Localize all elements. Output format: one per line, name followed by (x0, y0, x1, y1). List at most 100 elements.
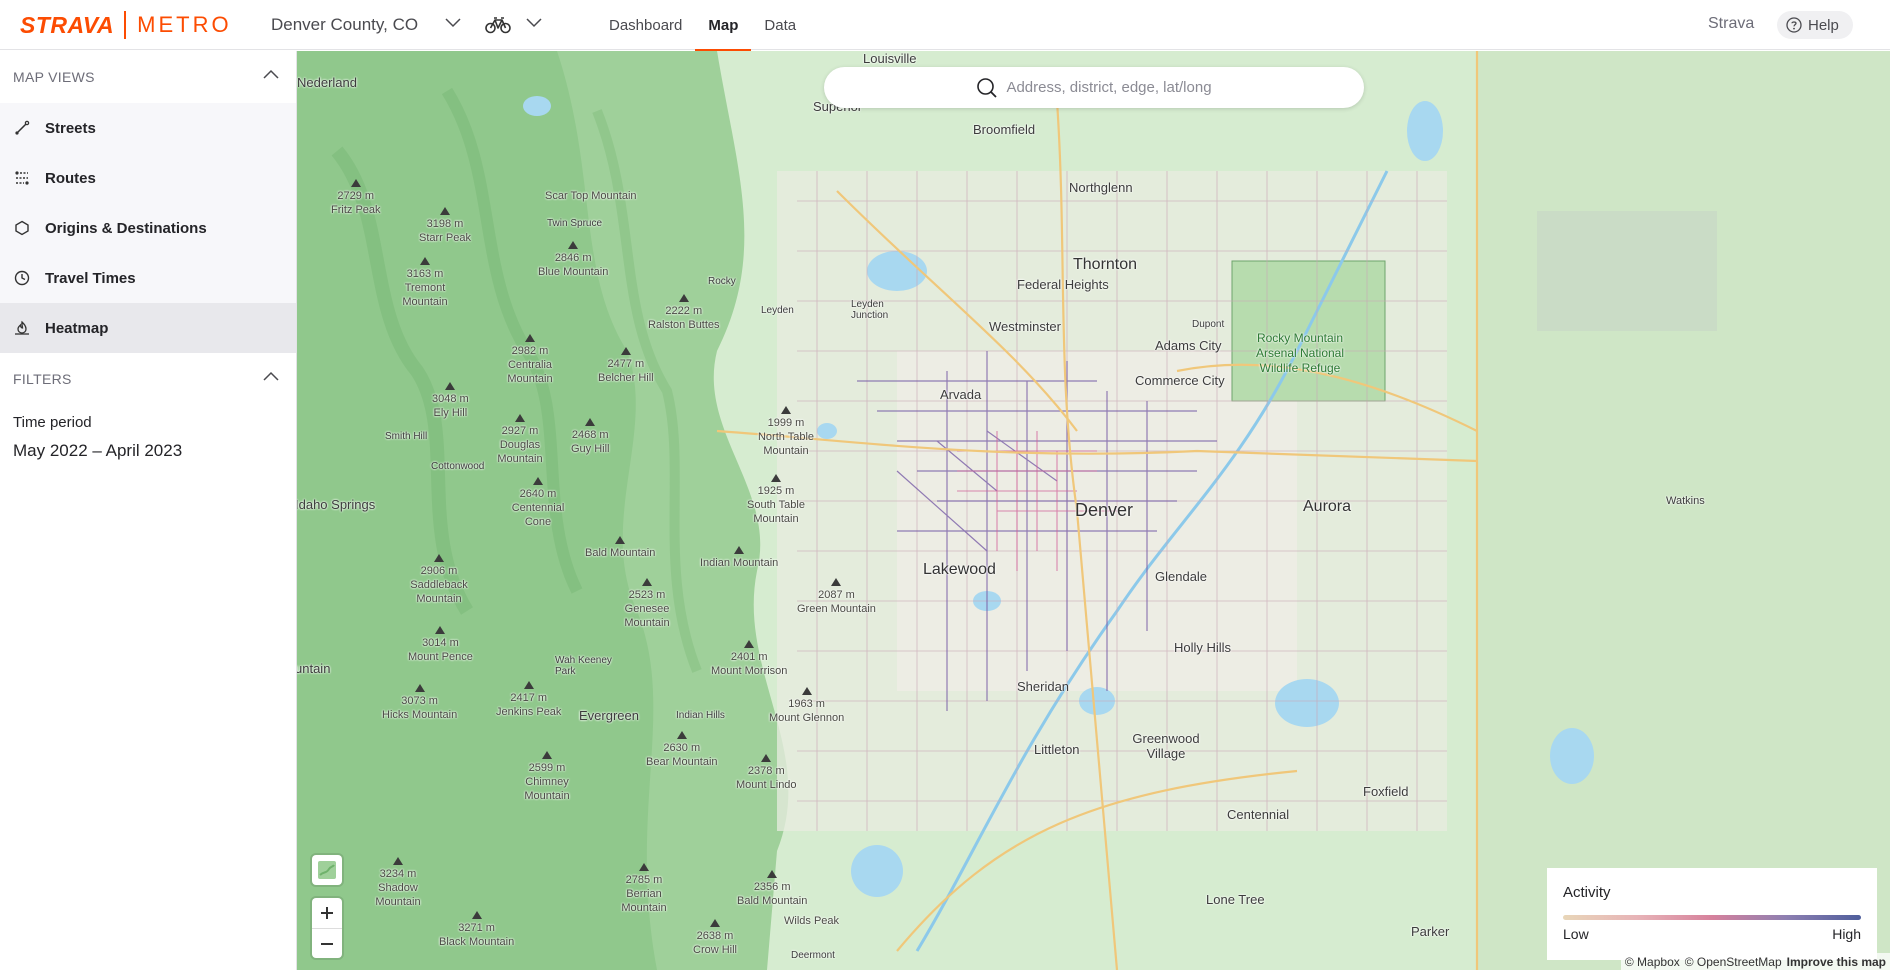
peak-name: Indian Mountain (700, 557, 779, 569)
plus-icon (321, 907, 333, 919)
peak-name: Belcher Hill (598, 372, 654, 384)
top-header: STRAVA METRO Denver County, CO Dashboard… (0, 0, 1890, 51)
peak-marker: 3234 m Shadow Mountain (371, 857, 425, 909)
place-label: Glendale (1155, 569, 1208, 584)
peak-marker: 3048 m Ely Hill (432, 382, 469, 420)
zoom-in-button[interactable] (312, 898, 342, 928)
region-dropdown[interactable]: Denver County, CO (271, 0, 471, 50)
peak-marker: 2729 m Fritz Peak (331, 179, 381, 217)
map-views-heading-label: MAP VIEWS (13, 69, 95, 85)
map-attribution: © Mapbox © OpenStreetMap Improve this ma… (1620, 953, 1890, 970)
peak-marker: 3014 m Mount Pence (408, 626, 473, 664)
sidebar-item-routes[interactable]: Routes (0, 153, 296, 203)
place-label: Lakewood (923, 561, 996, 578)
peak-name: Jenkins Peak (496, 706, 562, 718)
peak-marker: 2927 m Douglas Mountain (493, 414, 547, 466)
logo-brand: STRAVA (20, 11, 115, 38)
peak-elevation: 2401 m (730, 651, 768, 663)
tab-data[interactable]: Data (751, 0, 809, 50)
zoom-controls (312, 898, 342, 958)
place-label: Aurora (1303, 498, 1352, 515)
peak-elevation: 3014 m (422, 637, 459, 649)
peak-marker: Indian Mountain (700, 546, 778, 570)
peak-name: Mount Glennon (769, 712, 845, 724)
map-style-toggle[interactable] (312, 855, 342, 885)
sidebar-item-label: Routes (45, 169, 96, 187)
peak-elevation: 2982 m (511, 345, 549, 357)
zoom-out-button[interactable] (312, 928, 342, 958)
peak-marker: 2378 m Mount Lindo (736, 754, 797, 792)
peak-elevation: 2846 m (554, 252, 592, 264)
activity-legend: Activity Low High (1547, 868, 1877, 960)
peak-name: Hicks Mountain (382, 709, 458, 721)
peak-name: Ralston Buttes (648, 319, 720, 331)
peak-elevation: 2906 m (420, 565, 458, 577)
sidebar-item-origins-destinations[interactable]: Origins & Destinations (0, 203, 296, 253)
strava-metro-logo[interactable]: STRAVA METRO (20, 11, 232, 39)
place-label: Rocky Mountain Arsenal National Wildlife… (1255, 331, 1345, 375)
peak-marker: 2785 m Berrian Mountain (619, 863, 669, 915)
peak-elevation: 3163 m (406, 268, 444, 280)
peak-marker: Bald Mountain (585, 536, 655, 560)
peak-elevation: 3048 m (432, 393, 469, 405)
map-views-heading[interactable]: MAP VIEWS (0, 51, 296, 103)
peak-elevation: 2477 m (607, 358, 645, 370)
place-label: Indian Hills (676, 710, 725, 721)
improve-map-link[interactable]: Improve this map (1787, 955, 1886, 969)
sidebar-item-streets[interactable]: Streets (0, 103, 296, 153)
sidebar-item-label: Heatmap (45, 319, 109, 337)
peak-name: Mount Pence (408, 651, 473, 663)
peak-elevation: 2468 m (571, 429, 609, 441)
peak-name: Guy Hill (571, 443, 610, 455)
place-label: Thornton (1073, 256, 1138, 273)
search-input[interactable]: Address, district, edge, lat/long (824, 67, 1364, 108)
place-label: Greenwood Village (1132, 731, 1200, 761)
filters-heading[interactable]: FILTERS (0, 353, 296, 405)
strava-link[interactable]: Strava (1708, 15, 1754, 33)
sidebar-item-label: Origins & Destinations (45, 219, 207, 237)
sidebar-item-travel-times[interactable]: Travel Times (0, 253, 296, 303)
peak-marker: 2401 m Mount Morrison (711, 640, 787, 678)
sidebar-item-heatmap[interactable]: Heatmap (0, 303, 296, 353)
help-icon (1786, 17, 1802, 33)
map-canvas[interactable]: Louisville Superior Broomfield Northglen… (297, 51, 1890, 970)
osm-attribution[interactable]: © OpenStreetMap (1685, 955, 1782, 969)
peak-elevation: 2630 m (663, 742, 701, 754)
legend-title: Activity (1563, 884, 1611, 901)
place-label: Denver (1075, 500, 1134, 520)
filters-heading-label: FILTERS (13, 371, 72, 387)
peak-name: Blue Mountain (538, 266, 609, 278)
streets-icon (13, 119, 31, 137)
logo-product: METRO (137, 12, 232, 37)
peak-name: Centralia Mountain (507, 359, 553, 385)
peak-name: Wilds Peak (784, 915, 840, 927)
hexagon-icon (13, 219, 31, 237)
chevron-up-icon (263, 69, 279, 79)
peak-marker: 3073 m Hicks Mountain (382, 684, 457, 722)
main-nav: Dashboard Map Data (596, 0, 809, 51)
peak-marker: Wilds Peak (784, 914, 839, 928)
peak-name: Chimney Mountain (524, 776, 570, 802)
tab-dashboard[interactable]: Dashboard (596, 0, 695, 50)
peak-name: Shadow Mountain (375, 882, 421, 908)
place-label: Louisville (863, 51, 917, 66)
tab-map[interactable]: Map (695, 0, 752, 51)
mapbox-attribution[interactable]: © Mapbox (1625, 955, 1680, 969)
chevron-down-icon (526, 18, 542, 28)
place-label: Rocky (708, 276, 736, 287)
peak-name: Berrian Mountain (621, 888, 667, 914)
time-period-value[interactable]: May 2022 – April 2023 (13, 441, 283, 461)
peak-name: Centennial Cone (511, 502, 565, 528)
place-label: Parker (1411, 924, 1450, 939)
place-label: Westminster (989, 319, 1061, 334)
map-layer-icon (318, 861, 336, 879)
peak-marker: 2599 m Chimney Mountain (520, 751, 574, 803)
sport-dropdown[interactable] (485, 0, 545, 50)
place-label: Wah Keeney Park (555, 655, 612, 677)
peak-elevation: 3073 m (401, 695, 438, 707)
peak-marker: 2630 m Bear Mountain (646, 731, 718, 769)
chevron-down-icon (445, 18, 461, 28)
filters-section: Time period May 2022 – April 2023 (0, 414, 296, 461)
help-button[interactable]: Help (1777, 11, 1853, 39)
search-icon (977, 77, 998, 98)
